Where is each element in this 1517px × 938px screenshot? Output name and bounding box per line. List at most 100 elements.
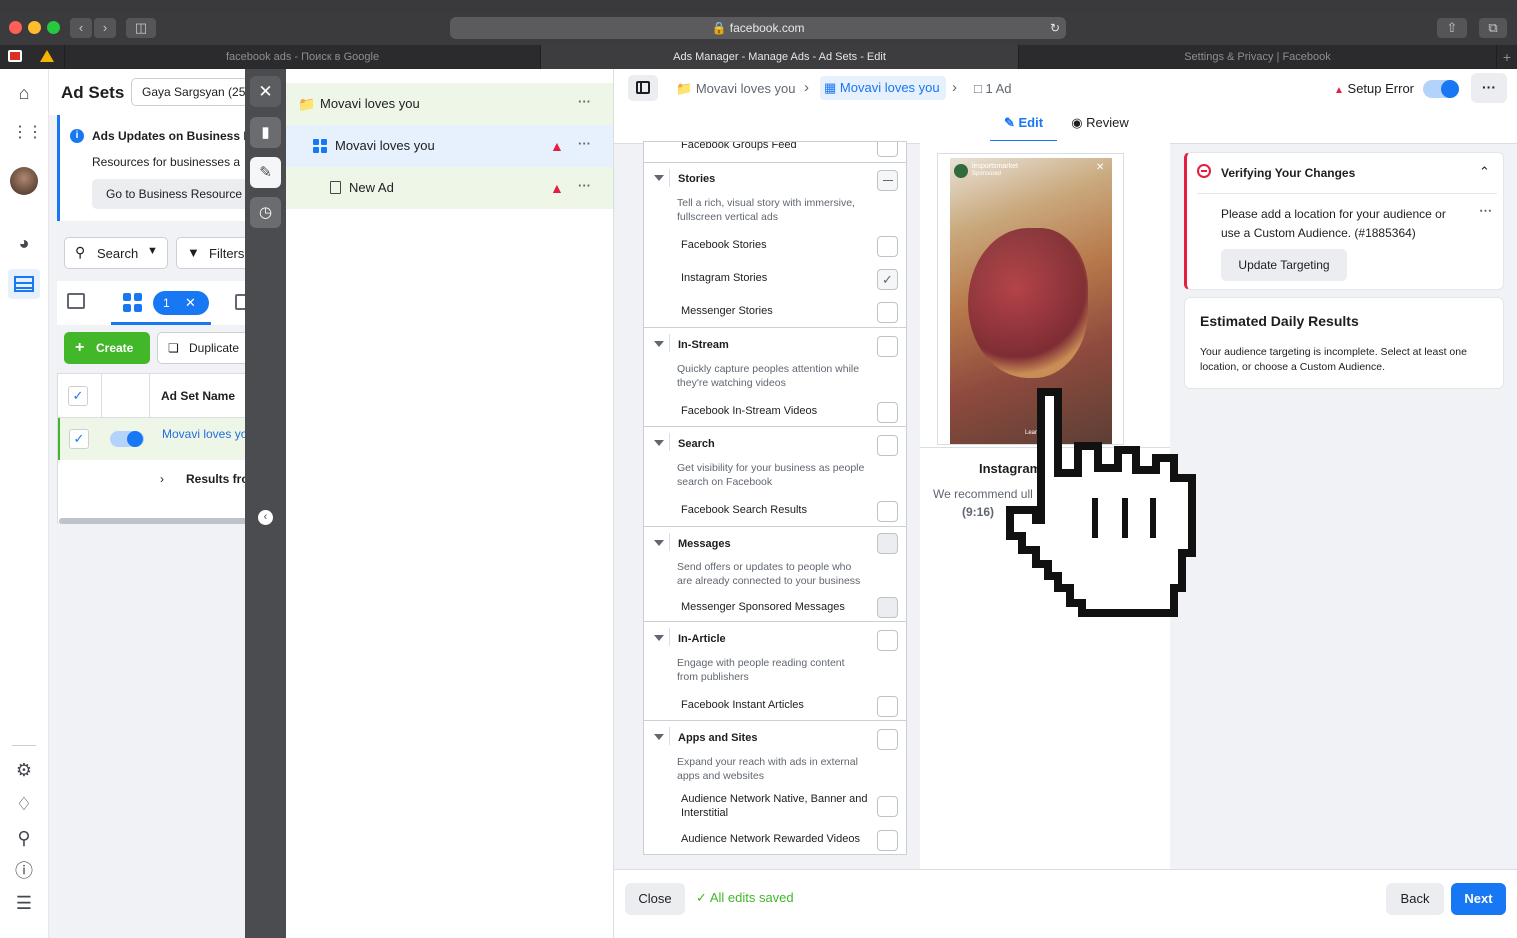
- collapse-triangle-icon[interactable]: [654, 440, 664, 446]
- placement-checkbox[interactable]: [877, 796, 898, 817]
- close-icon[interactable]: ✕: [1096, 162, 1104, 173]
- placement-checkbox-checked[interactable]: ✓: [877, 269, 898, 290]
- browser-tab[interactable]: Settings & Privacy | Facebook: [1018, 45, 1496, 69]
- drive-icon[interactable]: [40, 50, 54, 62]
- more-options-icon[interactable]: ⋯: [1479, 203, 1492, 219]
- placement-checkbox[interactable]: [877, 302, 898, 323]
- section-checkbox-disabled[interactable]: [877, 533, 898, 554]
- placement-checkbox-disabled[interactable]: [877, 597, 898, 618]
- duplicate-button[interactable]: ❏ Duplicate: [157, 332, 245, 364]
- collapse-triangle-icon[interactable]: [654, 540, 664, 546]
- business-resource-button[interactable]: Go to Business Resource: [92, 179, 245, 209]
- close-window-button[interactable]: [9, 21, 22, 34]
- close-button[interactable]: Close: [625, 883, 685, 915]
- chart-icon[interactable]: ▮: [250, 117, 281, 148]
- select-all-checkbox[interactable]: ✓: [68, 386, 88, 406]
- ad-icon: □: [974, 81, 982, 96]
- share-icon[interactable]: ⇧: [1437, 18, 1467, 38]
- caret-down-icon: ▼: [147, 245, 158, 257]
- row-checkbox[interactable]: ✓: [69, 429, 89, 449]
- minimize-window-button[interactable]: [28, 21, 41, 34]
- back-button[interactable]: Back: [1386, 883, 1444, 915]
- notifications-bell-icon[interactable]: ♢: [12, 792, 36, 816]
- help-icon[interactable]: ⓘ: [12, 859, 36, 883]
- create-button[interactable]: + Create: [64, 332, 150, 364]
- tree-row-campaign[interactable]: 📁 Movavi loves you ···: [286, 83, 613, 125]
- browser-tab[interactable]: facebook ads - Поиск в Google: [64, 45, 540, 69]
- placement-checkbox[interactable]: [877, 830, 898, 851]
- tree-row-ad[interactable]: New Ad ▲ ···: [286, 167, 613, 209]
- settings-gear-icon[interactable]: ⚙: [12, 758, 36, 782]
- placement-checkbox[interactable]: [877, 402, 898, 423]
- tab-review[interactable]: ◉ Review: [1066, 107, 1134, 143]
- more-actions-button[interactable]: ···: [1471, 73, 1507, 103]
- close-editor-icon[interactable]: ✕: [250, 76, 281, 107]
- edit-pencil-icon[interactable]: ✎: [250, 157, 281, 188]
- breadcrumb-campaign[interactable]: 📁 Movavi loves you: [676, 81, 796, 97]
- breadcrumb-adset[interactable]: ▦ Movavi loves you: [820, 76, 946, 100]
- forward-nav-button[interactable]: ›: [94, 18, 116, 38]
- breadcrumb-ad[interactable]: □ 1 Ad: [974, 81, 1012, 96]
- avatar[interactable]: [10, 167, 38, 195]
- column-header-ad-set-name[interactable]: Ad Set Name: [161, 389, 235, 403]
- section-checkbox[interactable]: [877, 729, 898, 750]
- collapse-triangle-icon[interactable]: [654, 175, 664, 181]
- ads-manager-nav-item[interactable]: [8, 269, 40, 299]
- tabs-overview-icon[interactable]: ⧉: [1479, 18, 1507, 38]
- tab-edit[interactable]: ✎ Edit: [990, 107, 1057, 143]
- collapse-triangle-icon[interactable]: [654, 734, 664, 740]
- gmail-icon[interactable]: [8, 50, 22, 62]
- selected-count-chip[interactable]: 1 ✕: [153, 291, 209, 315]
- placement-checkbox[interactable]: [877, 501, 898, 522]
- next-button[interactable]: Next: [1451, 883, 1506, 915]
- sidebar-toggle-icon[interactable]: ◫: [126, 18, 156, 38]
- adset-active-toggle[interactable]: [1423, 80, 1459, 98]
- section-checkbox[interactable]: [877, 630, 898, 651]
- home-icon[interactable]: ⌂: [12, 81, 36, 105]
- section-checkbox[interactable]: [877, 435, 898, 456]
- section-checkbox-partial[interactable]: [877, 170, 898, 191]
- collapse-chevron-up-icon[interactable]: ⌃: [1479, 164, 1490, 180]
- toggle-panel-icon[interactable]: [628, 75, 658, 101]
- section-checkbox[interactable]: [877, 336, 898, 357]
- browser-tab-active[interactable]: Ads Manager - Manage Ads - Ad Sets - Edi…: [540, 45, 1018, 69]
- table-row[interactable]: ✓ Movavi loves yo: [58, 418, 245, 460]
- collapse-triangle-icon[interactable]: [654, 341, 664, 347]
- zoom-window-button[interactable]: [47, 21, 60, 34]
- horizontal-scrollbar[interactable]: [59, 518, 245, 524]
- placement-checkbox[interactable]: [877, 696, 898, 717]
- dashboard-gauge-icon[interactable]: ◕: [12, 231, 36, 255]
- reports-icon[interactable]: ☰: [12, 891, 36, 915]
- clear-selection-icon[interactable]: ✕: [185, 291, 196, 315]
- apps-grid-icon[interactable]: ⋮⋮⋮: [12, 121, 58, 145]
- placement-item: Messenger Stories: [681, 305, 773, 317]
- address-bar[interactable]: 🔒 facebook.com ↻: [450, 17, 1066, 39]
- estimate-title: Estimated Daily Results: [1200, 313, 1359, 329]
- ads-tab-icon[interactable]: [235, 294, 245, 310]
- back-nav-button[interactable]: ‹: [70, 18, 92, 38]
- placement-item: Facebook Groups Feed: [681, 141, 797, 151]
- filters-button[interactable]: ▼ Filters: [176, 237, 245, 269]
- ad-set-name-link[interactable]: Movavi loves yo: [162, 427, 245, 441]
- search-icon[interactable]: ⚲: [12, 826, 36, 850]
- row-toggle[interactable]: [110, 431, 144, 447]
- campaigns-tab-icon[interactable]: [67, 293, 85, 309]
- more-options-icon[interactable]: ···: [578, 165, 591, 207]
- new-tab-button[interactable]: +: [1496, 45, 1517, 69]
- search-dropdown[interactable]: ⚲ Search ▼: [64, 237, 168, 269]
- placement-checkbox[interactable]: [877, 236, 898, 257]
- collapse-chevron-icon[interactable]: ‹: [258, 510, 273, 525]
- setup-error-status[interactable]: ▲ Setup Error: [1334, 81, 1414, 96]
- more-options-icon[interactable]: ···: [578, 123, 591, 165]
- placement-checkbox[interactable]: [877, 142, 898, 157]
- history-clock-icon[interactable]: ◷: [250, 197, 281, 228]
- chevron-right-icon[interactable]: ›: [160, 472, 164, 486]
- more-options-icon[interactable]: ···: [578, 81, 591, 123]
- tab-ad-sets[interactable]: 1 ✕: [111, 281, 211, 325]
- placement-item: Facebook In-Stream Videos: [681, 405, 818, 417]
- reload-icon[interactable]: ↻: [1050, 17, 1060, 39]
- tree-row-adset[interactable]: Movavi loves you ▲ ···: [286, 125, 613, 167]
- update-targeting-button[interactable]: Update Targeting: [1221, 249, 1347, 281]
- account-selector[interactable]: Gaya Sargsyan (25: [131, 78, 245, 106]
- collapse-triangle-icon[interactable]: [654, 635, 664, 641]
